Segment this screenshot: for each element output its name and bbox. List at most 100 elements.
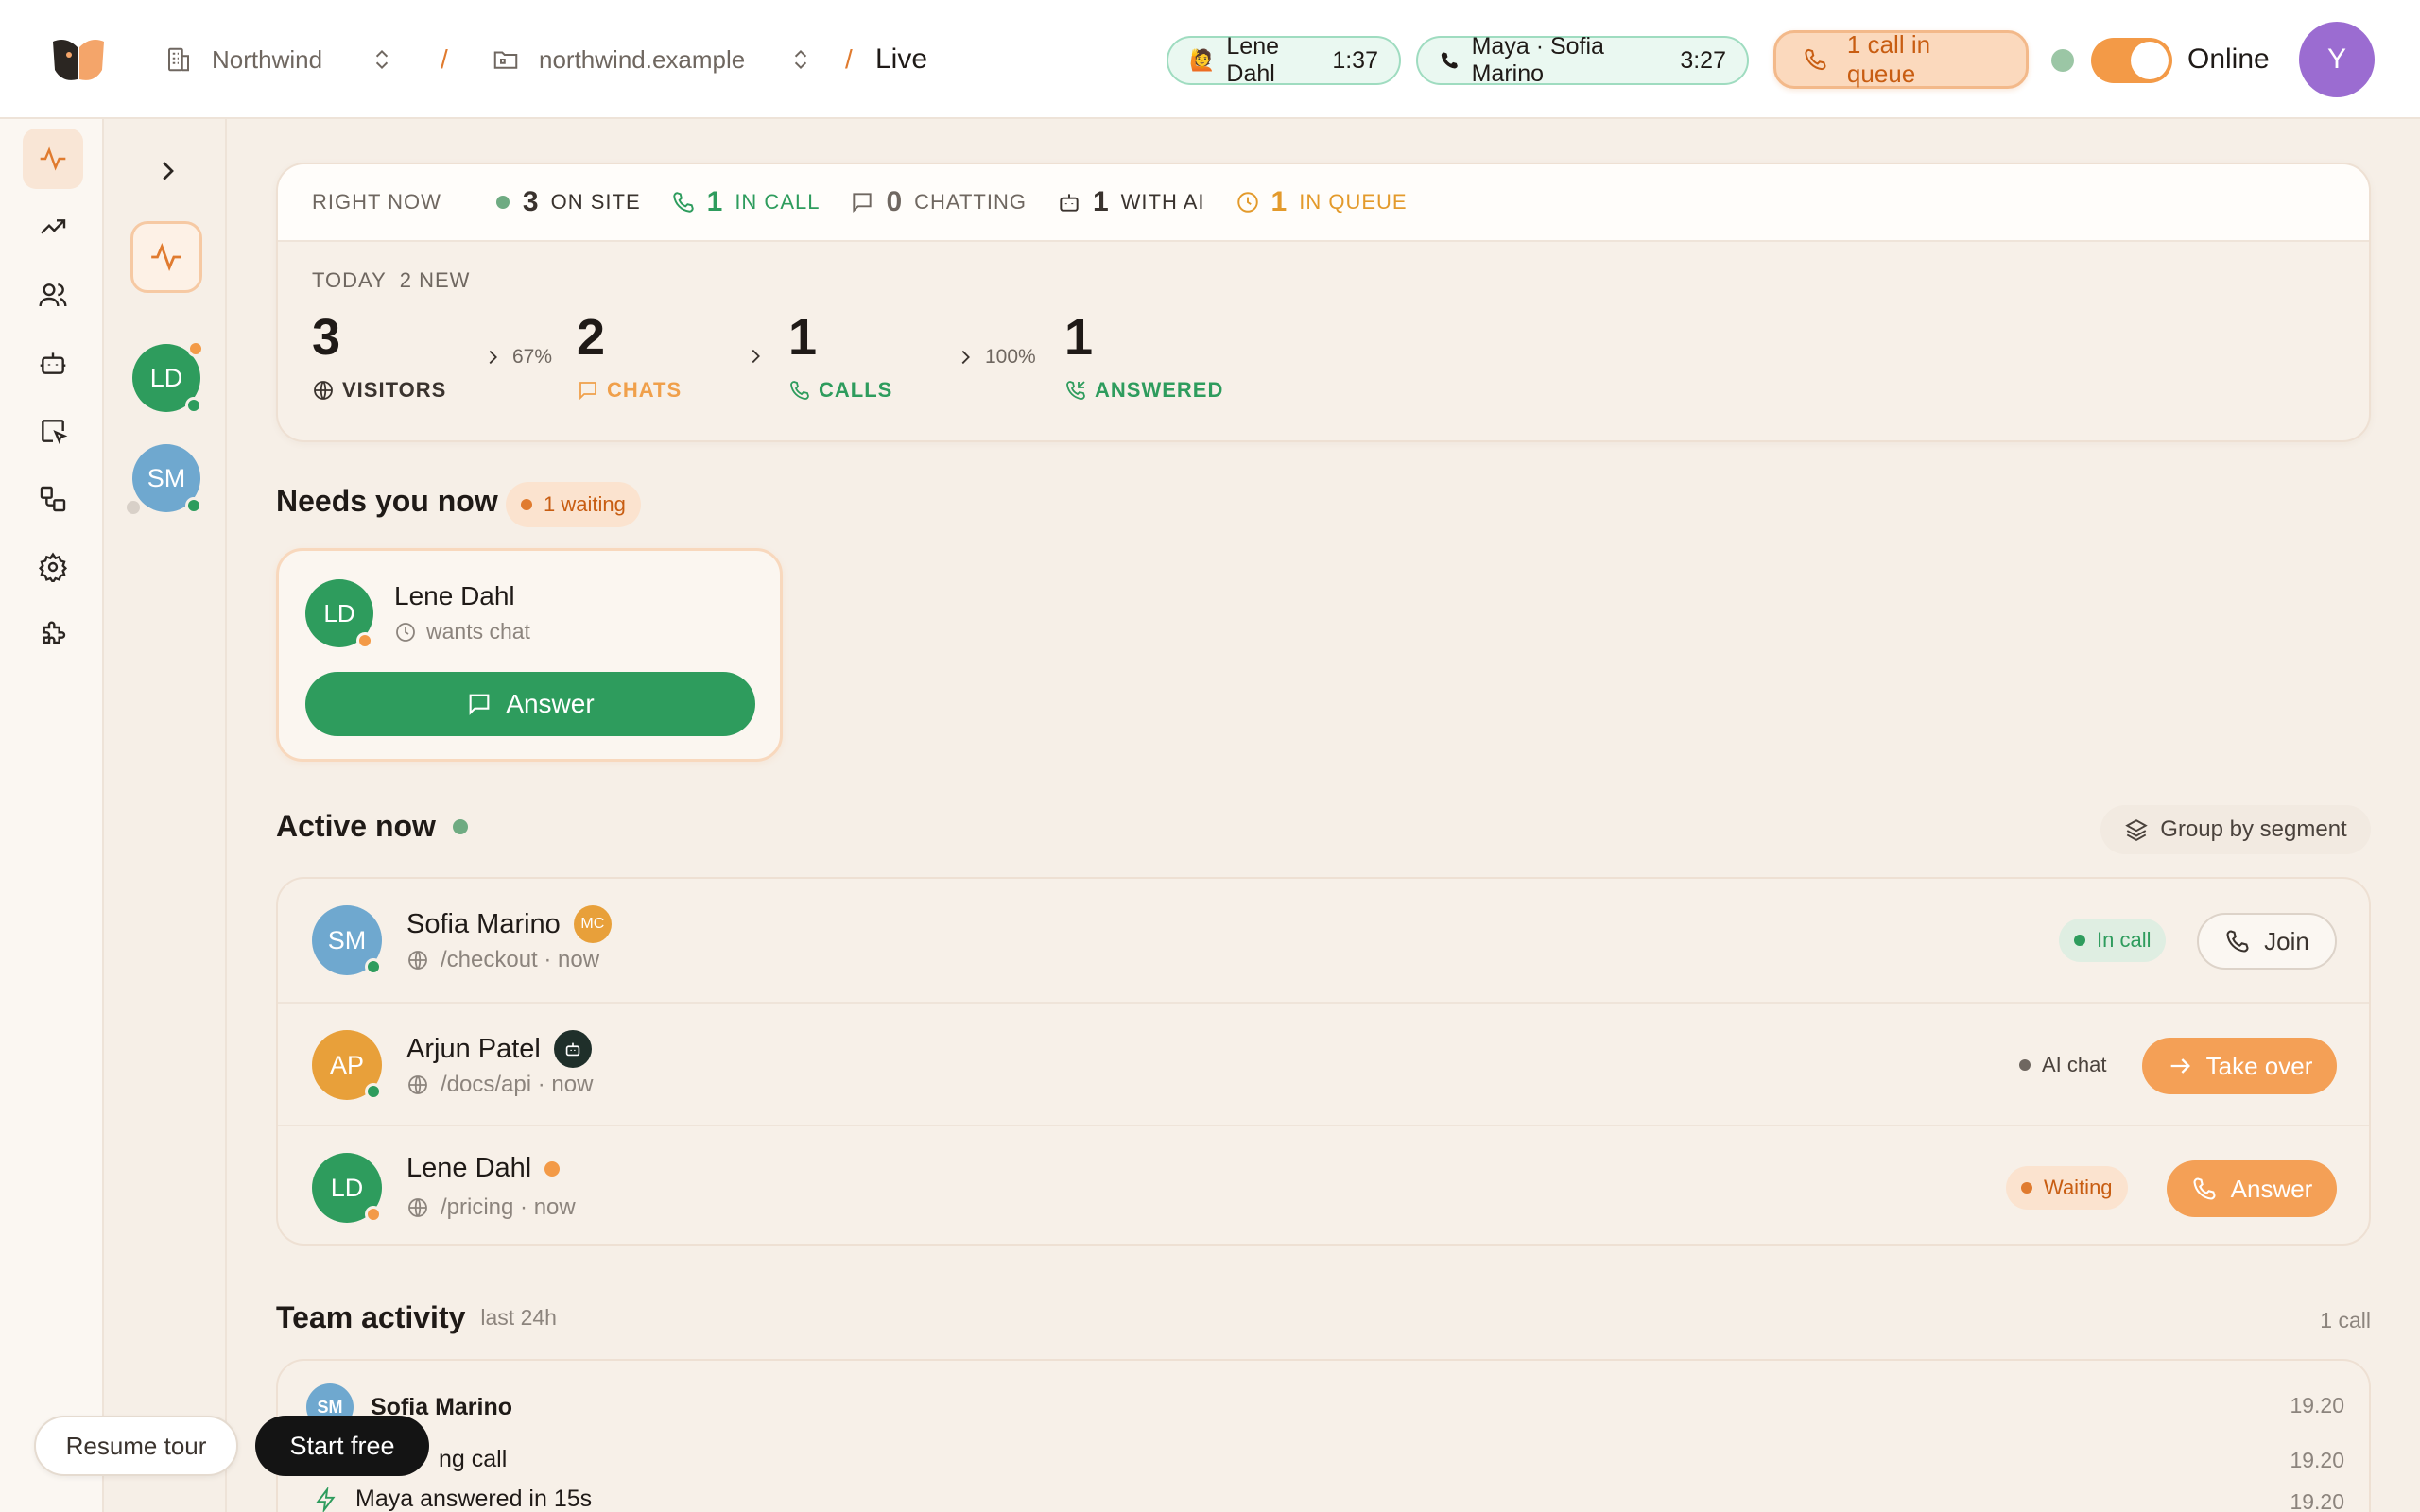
breadcrumb-separator: / (441, 44, 448, 74)
toggle-knob (2131, 42, 2169, 79)
phone-icon (2226, 930, 2249, 953)
online-dot (365, 1083, 382, 1100)
visitor-page: /checkout · now (406, 947, 599, 973)
breadcrumb-org[interactable]: Northwind (164, 0, 394, 119)
nav-ai-agent[interactable] (23, 333, 83, 393)
start-free-button[interactable]: Start free (255, 1416, 429, 1476)
tag-text: In call (2097, 928, 2152, 952)
resume-tour-button[interactable]: Resume tour (34, 1416, 238, 1476)
team-range: last 24h (480, 1305, 557, 1330)
arrow-right-icon (2170, 1058, 2190, 1074)
user-avatar[interactable]: Y (2299, 22, 2375, 97)
funnel-label: Calls (788, 378, 892, 403)
button-label: Take over (2205, 1051, 2313, 1080)
waiting-count: 1 waiting (544, 492, 626, 516)
gear-icon (38, 552, 68, 582)
stats-panel: Right now 3 On site 1 In call 0 Chatting… (276, 163, 2371, 442)
group-by-segment-button[interactable]: Group by segment (2100, 805, 2371, 854)
chevron-right-icon (752, 349, 760, 364)
visitor-row[interactable]: SM Sofia Marino MC /checkout · now In ca… (278, 879, 2369, 1002)
stat-in-queue: 1 In queue (1236, 186, 1408, 218)
call-queue-button[interactable]: 1 call in queue (1773, 30, 2029, 89)
right-now-label: Right now (312, 190, 441, 214)
today-label: TODAY 2 NEW (312, 268, 470, 293)
dot-icon (2021, 1182, 2032, 1194)
name-text: Lene Dahl (406, 1153, 532, 1183)
answer-chat-button[interactable]: Answer (305, 672, 755, 736)
new-count: 2 NEW (399, 268, 471, 292)
stat-label: In call (735, 190, 821, 214)
selector-icon[interactable] (788, 45, 813, 74)
nav-live[interactable] (23, 129, 83, 189)
ai-bot-icon (553, 1030, 592, 1068)
today-title: TODAY (312, 268, 387, 292)
tag-text: Waiting (2044, 1176, 2113, 1199)
active-chat-pill[interactable]: 🙋 Lene Dahl 1:37 (1167, 33, 1401, 87)
visitor-name: Lene Dahl (406, 1153, 561, 1184)
join-call-button[interactable]: Join (2197, 913, 2337, 970)
breadcrumb-page: Live (875, 43, 928, 75)
layers-icon (2125, 819, 2149, 841)
rate-value: 100% (985, 346, 1036, 368)
funnel-answered: 1 Answered (1064, 308, 1223, 403)
raised-hand-icon: 🙋 (1189, 48, 1216, 72)
answer-call-button[interactable]: Answer (2167, 1160, 2337, 1217)
clock-icon (396, 622, 415, 642)
right-now-bar: Right now 3 On site 1 In call 0 Chatting… (278, 164, 2369, 242)
button-label: Join (2264, 926, 2309, 955)
needs-card[interactable]: LD Lene Dahl wants chat Answer (276, 548, 783, 762)
activity-text: Maya answered in 15s (355, 1486, 593, 1512)
rate-visitors-chats: 67% (482, 346, 552, 369)
nav-analytics[interactable] (23, 197, 83, 257)
activity-line: Maya answered in 15s (314, 1486, 592, 1512)
waiting-dot (187, 340, 204, 357)
nav-workflows[interactable] (23, 469, 83, 529)
chat-icon (853, 193, 873, 214)
online-toggle[interactable] (2091, 38, 2172, 83)
needs-title: Needs you now (276, 484, 498, 518)
selector-icon[interactable] (370, 45, 394, 74)
breadcrumb-site[interactable]: northwind.example (492, 0, 813, 119)
live-filter-button[interactable] (130, 221, 202, 293)
online-dot (365, 958, 382, 975)
funnel-value: 1 (1064, 309, 1094, 366)
funnel-chats: 2 Chats (577, 308, 682, 403)
phone-icon (672, 192, 694, 213)
active-call-pill[interactable]: Maya · Sofia Marino 3:27 (1416, 33, 1749, 87)
status-badge: In call (2059, 919, 2167, 962)
nav-settings[interactable] (23, 537, 83, 597)
phone-icon (1805, 48, 1826, 71)
globe-icon (408, 1198, 427, 1217)
status-badge: AI chat (2004, 1043, 2121, 1087)
name-text: Arjun Patel (406, 1033, 541, 1064)
visitor-page: /docs/api · now (406, 1072, 593, 1098)
phone-icon (2193, 1177, 2216, 1200)
button-label: Answer (506, 689, 595, 718)
visitor-name: Lene Dahl (394, 581, 515, 610)
nav-visitors[interactable] (23, 265, 83, 325)
globe-icon (408, 1075, 427, 1094)
funnel-label: Visitors (312, 378, 446, 403)
pill-timer: 1:37 (1332, 46, 1378, 74)
visitor-row[interactable]: AP Arjun Patel /docs/api · now AI chat T… (278, 1002, 2369, 1125)
nav-widget[interactable] (23, 401, 83, 461)
rate-calls-answered: 100% (955, 346, 1036, 369)
brand-logo-icon[interactable] (49, 32, 108, 85)
visitor-row[interactable]: LD Lene Dahl /pricing · now Waiting Answ… (278, 1125, 2369, 1244)
nav-integrations[interactable] (23, 605, 83, 665)
stat-label: Chatting (914, 190, 1027, 214)
stat-with-ai: 1 With AI (1057, 186, 1205, 218)
stat-label: With AI (1120, 190, 1205, 214)
team-title-text: Team activity (276, 1300, 466, 1334)
queue-label: 1 call in queue (1846, 30, 1931, 88)
chevron-right-icon[interactable] (153, 157, 182, 185)
stat-label: On site (550, 190, 641, 214)
activity-time: 19.20 (2290, 1393, 2344, 1418)
chevron-right-icon (961, 350, 970, 365)
team-call-count: 1 call (2320, 1308, 2371, 1332)
workflow-icon (40, 486, 66, 512)
org-name: Northwind (212, 44, 323, 74)
chevron-right-icon (489, 350, 497, 365)
rate-chats-calls (745, 346, 775, 367)
take-over-button[interactable]: Take over (2142, 1038, 2337, 1094)
